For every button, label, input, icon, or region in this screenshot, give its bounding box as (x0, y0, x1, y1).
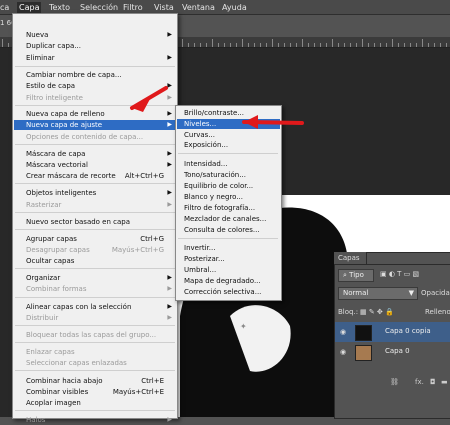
annotation-arrows (130, 86, 304, 129)
capa-menu-item-label: Halos (26, 416, 46, 424)
arrow-to-nueva-capa-de-ajuste (130, 86, 168, 110)
